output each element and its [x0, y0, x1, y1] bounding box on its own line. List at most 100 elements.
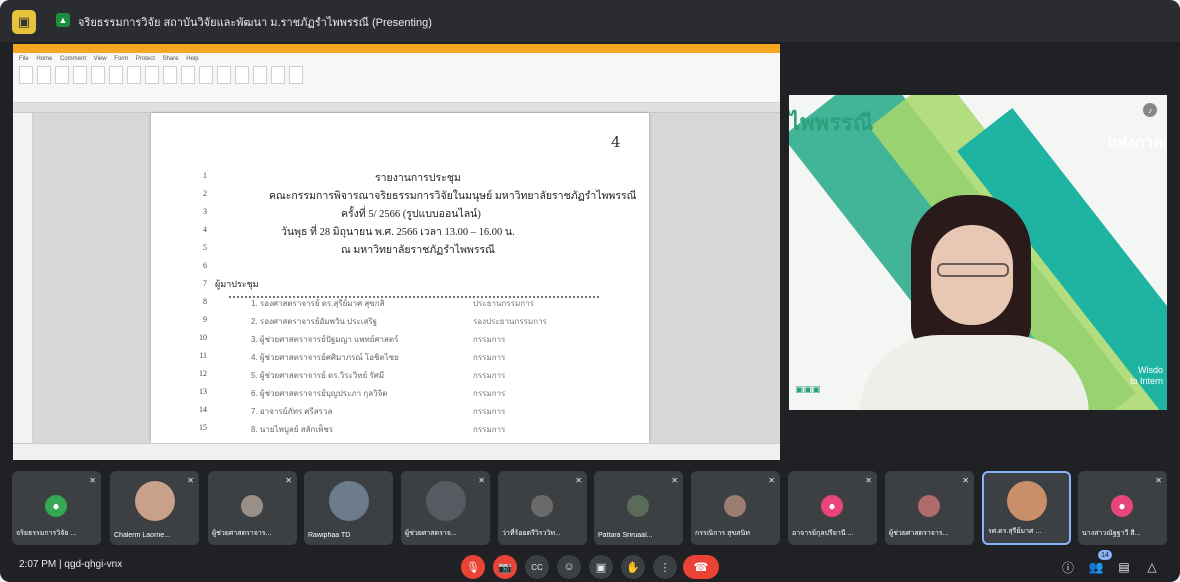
- line-number: 8: [203, 297, 207, 306]
- line-number: 12: [199, 369, 207, 378]
- participant-tile[interactable]: ✕ Chalerm Laorne...: [110, 471, 199, 545]
- more-options-icon[interactable]: ⋮: [653, 555, 677, 579]
- mic-muted-icon: ✕: [285, 476, 292, 485]
- mic-muted-icon: ✕: [865, 476, 872, 485]
- doc-heading-4: วันพุธ ที่ 28 มิถุนายน พ.ศ. 2566 เวลา 13…: [281, 227, 515, 238]
- presenting-app-icon[interactable]: ▣: [12, 10, 36, 34]
- participant-name: ผู้ช่วยศาสตราจาร...: [889, 530, 949, 537]
- page-number: 4: [611, 133, 621, 151]
- ribbon-tabs: File Home Comment View Form Protect Shar…: [19, 56, 199, 62]
- participant-video: [135, 481, 175, 521]
- participant-tile[interactable]: ✕ ● อาจารย์กุลปรียานี ...: [788, 471, 877, 545]
- participant-avatar: [627, 495, 649, 517]
- ribbon-tools: [19, 66, 303, 84]
- participant-tile[interactable]: ✕ ● จริยธรรมการวิจัย ...: [12, 471, 101, 545]
- member-role: ประธานกรรมการ: [473, 299, 534, 308]
- doc-heading-2: คณะกรรมการพิจารณาจริยธรรมการวิจัยในมนุษย…: [269, 191, 637, 202]
- doc-heading-5: ณ มหาวิทยาลัยราชภัฏรำไพพรรณี: [341, 245, 495, 256]
- mic-muted-icon: ✕: [671, 476, 678, 485]
- member-name: 1. รองศาสตราจารย์ ดร.สุรีย์มาศ สุขกสิ: [251, 299, 385, 308]
- document-tabs: [13, 103, 780, 113]
- activities-icon[interactable]: △: [1143, 558, 1161, 576]
- doc-sidebar: [13, 113, 33, 443]
- meet-window: ▣ ▲ จริยธรรมการวิจัย สถาบันวิจัยและพัฒนา…: [0, 0, 1180, 582]
- participant-tile[interactable]: ✕ ● นางสาวณัฐฐาวี สี...: [1078, 471, 1167, 545]
- mic-icon[interactable]: 🎙: [461, 555, 485, 579]
- line-number: 9: [203, 315, 207, 324]
- top-bar: ▣ ▲ จริยธรรมการวิจัย สถาบันวิจัยและพัฒนา…: [0, 0, 1180, 42]
- line-number: 1: [203, 171, 207, 180]
- participant-tile[interactable]: ✕ กรรณิการ สุขสนิท: [691, 471, 780, 545]
- present-icon[interactable]: ▣: [589, 555, 613, 579]
- participant-name: จริยธรรมการวิจัย ...: [16, 530, 77, 537]
- line-number: 2: [203, 189, 207, 198]
- participant-video: [1007, 481, 1047, 521]
- doc-status-bar: [13, 443, 780, 460]
- line-number: 6: [203, 261, 207, 270]
- member-name: 3. ผู้ช่วยศาสตราจารย์ปัฐมญา แพทย์ศาสตร์: [251, 335, 399, 344]
- participant-tile[interactable]: ✕ ผู้ช่วยศาสตราจ...: [401, 471, 490, 545]
- end-call-icon[interactable]: ☎: [683, 555, 719, 579]
- participant-name: Rawiphaa TD: [308, 532, 351, 539]
- participant-avatar: ●: [45, 495, 67, 517]
- participant-tile[interactable]: ✕ ว่าที่ร้อยตรีวิรววิท...: [498, 471, 587, 545]
- participant-name: Pattara Sriruaal...: [598, 532, 653, 539]
- participant-name: ผู้ช่วยศาสตราจาร...: [212, 530, 272, 537]
- participant-video: [426, 481, 466, 521]
- doc-ribbon: File Home Comment View Form Protect Shar…: [13, 53, 780, 103]
- member-role: รองประธานกรรมการ: [473, 317, 547, 326]
- line-number: 3: [203, 207, 207, 216]
- member-role: กรรมการ: [473, 353, 506, 362]
- line-number: 4: [203, 225, 207, 234]
- camera-icon[interactable]: 📷: [493, 555, 517, 579]
- background-footer-text: Wisdo to Intern: [1129, 365, 1163, 386]
- info-icon[interactable]: ⓘ: [1059, 558, 1077, 576]
- line-number: 7: [203, 279, 207, 288]
- participant-name: รศ.ดร.สุรีย์มาศ ...: [988, 528, 1042, 535]
- participant-video: [329, 481, 369, 521]
- attendees-label: ผู้มาประชุม: [215, 279, 259, 289]
- participant-name: ว่าที่ร้อยตรีวิรววิท...: [502, 530, 561, 537]
- line-number: 11: [199, 351, 207, 360]
- meeting-time-and-code: 2:07 PM | qgd-qhgi-vnx: [19, 559, 123, 570]
- social-icons: ▣▣▣: [795, 384, 821, 394]
- participant-tile[interactable]: Rawiphaa TD: [304, 471, 393, 545]
- captions-icon[interactable]: CC: [525, 555, 549, 579]
- speaker-mic-icon: ♪: [1143, 103, 1157, 117]
- mic-muted-icon: ✕: [768, 476, 775, 485]
- line-number: 5: [203, 243, 207, 252]
- line-number: 14: [199, 405, 207, 414]
- participant-avatar: [724, 495, 746, 517]
- participant-name: กรรณิการ สุขสนิท: [695, 530, 750, 537]
- people-icon[interactable]: 👥: [1087, 558, 1105, 576]
- speaker-video: [859, 195, 1089, 410]
- emoji-icon[interactable]: ☺: [557, 555, 581, 579]
- mic-muted-icon: ✕: [575, 476, 582, 485]
- line-number: 13: [199, 387, 207, 396]
- participant-avatar: [531, 495, 553, 517]
- participant-name: นางสาวณัฐฐาวี สี...: [1082, 530, 1141, 537]
- member-role: กรรมการ: [473, 335, 506, 344]
- doc-window-titlebar: [13, 44, 780, 53]
- member-role: กรรมการ: [473, 425, 506, 434]
- member-name: 7. อาจารย์ภัทร ศรีสรวล: [251, 407, 333, 416]
- participant-tile[interactable]: ✕ Pattara Sriruaal...: [594, 471, 683, 545]
- glasses: [937, 263, 1009, 277]
- participant-avatar: [918, 495, 940, 517]
- active-speaker-tile[interactable]: ไพพรรณี แห่งภาค Wisdo to Intern ♪ ▣▣▣: [789, 95, 1167, 410]
- doc-heading-3: ครั้งที่ 5/ 2566 (รูปแบบออนไลน์): [341, 209, 481, 220]
- mic-muted-icon: ✕: [962, 476, 969, 485]
- raise-hand-icon[interactable]: ✋: [621, 555, 645, 579]
- member-role: กรรมการ: [473, 407, 506, 416]
- participant-tile[interactable]: ✕ ผู้ช่วยศาสตราจาร...: [885, 471, 974, 545]
- mic-muted-icon: ✕: [478, 476, 485, 485]
- document-page: 4 1 2 3 4 5 6 7 8 9 10 11 12 13 14 15 รา…: [151, 113, 649, 443]
- member-name: 4. ผู้ช่วยศาสตราจารย์ศศิมาภรณ์ โอชิตไชย: [251, 353, 399, 362]
- presenter-icon: ▲: [56, 13, 70, 27]
- participant-tile[interactable]: ✕ ผู้ช่วยศาสตราจาร...: [208, 471, 297, 545]
- mic-muted-icon: ✕: [1155, 476, 1162, 485]
- chat-icon[interactable]: ▤: [1115, 558, 1133, 576]
- participant-name: Chalerm Laorne...: [114, 532, 171, 539]
- doc-heading-1: รายงานการประชุม: [375, 173, 461, 184]
- participant-tile-active[interactable]: รศ.ดร.สุรีย์มาศ ...: [982, 471, 1071, 545]
